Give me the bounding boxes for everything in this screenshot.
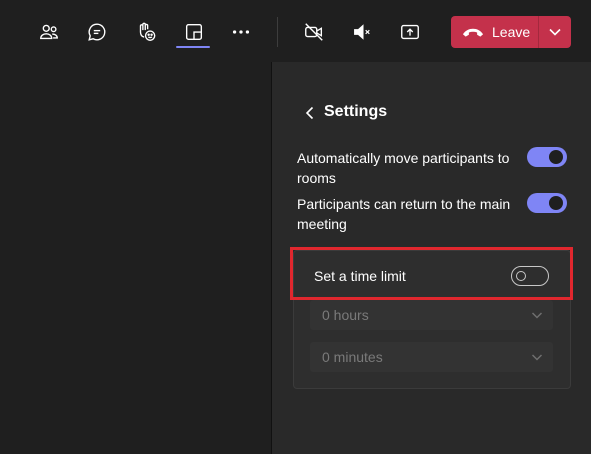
can-return-label: Participants can return to the main meet… xyxy=(297,196,511,232)
toggle-knob xyxy=(549,150,563,164)
people-icon[interactable] xyxy=(35,18,63,46)
back-button[interactable] xyxy=(301,104,317,122)
reactions-icon[interactable] xyxy=(132,18,160,46)
rooms-icon[interactable] xyxy=(180,18,208,46)
hours-select-value: 0 hours xyxy=(322,307,369,323)
leave-button[interactable]: Leave xyxy=(451,16,538,48)
settings-title: Settings xyxy=(324,103,388,120)
mic-muted-icon[interactable] xyxy=(348,18,376,46)
camera-off-icon[interactable] xyxy=(300,18,328,46)
minutes-select-value: 0 minutes xyxy=(322,349,383,365)
meeting-toolbar: Leave xyxy=(0,0,591,62)
can-return-toggle[interactable] xyxy=(527,193,567,213)
chat-icon[interactable] xyxy=(83,18,111,46)
chevron-down-icon xyxy=(531,354,543,361)
auto-move-label: Automatically move participants to rooms xyxy=(297,150,510,186)
chevron-down-icon xyxy=(549,28,561,36)
leave-options-button[interactable] xyxy=(539,16,571,48)
toggle-knob xyxy=(549,196,563,210)
highlight-box xyxy=(290,247,573,300)
minutes-select[interactable]: 0 minutes xyxy=(310,342,553,372)
auto-move-toggle[interactable] xyxy=(527,147,567,167)
hours-select[interactable]: 0 hours xyxy=(310,300,553,330)
leave-label: Leave xyxy=(492,24,531,40)
phone-hangup-icon xyxy=(462,28,484,37)
rooms-active-indicator xyxy=(176,46,210,48)
chevron-left-icon xyxy=(305,106,313,120)
toolbar-divider xyxy=(277,17,278,47)
share-icon[interactable] xyxy=(396,18,424,46)
meeting-stage xyxy=(0,62,271,454)
more-icon[interactable] xyxy=(227,18,255,46)
chevron-down-icon xyxy=(531,312,543,319)
